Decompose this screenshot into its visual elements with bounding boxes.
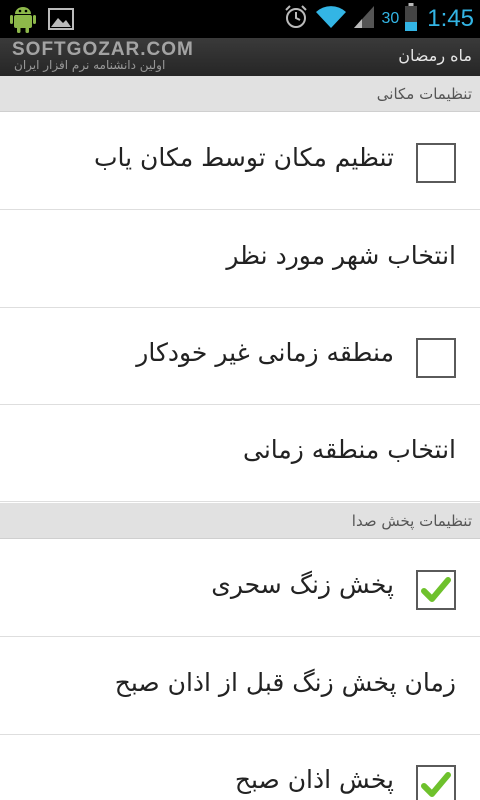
signal-icon [353,4,375,34]
checkmark-icon [421,577,451,602]
app-title: ماه رمضان [398,46,472,65]
section-header-audio: تنظیمات پخش صدا [0,503,480,539]
status-bar-system: 30 1:45 [283,3,474,35]
checkbox-suhoor-alarm[interactable] [416,570,456,610]
status-bar: 30 1:45 [0,0,480,38]
status-bar-notifications [10,4,74,38]
pref-label: پخش زنگ سحری [211,570,394,599]
android-icon [10,4,36,38]
pref-fajr-adhan[interactable]: پخش اذان صبح [0,735,480,800]
image-icon [48,8,74,34]
section-title: تنظیمات مکانی [376,85,472,103]
battery-icon [405,3,418,35]
alarm-icon [283,4,309,34]
pref-label: زمان پخش زنگ قبل از اذان صبح [114,668,456,697]
clock: 1:45 [427,5,474,32]
pref-select-city[interactable]: انتخاب شهر مورد نظر [0,211,480,308]
checkbox-auto-location[interactable] [416,143,456,183]
pref-manual-timezone[interactable]: منطقه زمانی غیر خودکار [0,308,480,405]
pref-alarm-time-before-fajr[interactable]: زمان پخش زنگ قبل از اذان صبح [0,638,480,735]
action-bar: SOFTGOZAR.COM اولین دانشنامه نرم افزار ا… [0,38,480,76]
watermark-subtitle: اولین دانشنامه نرم افزار ایران [14,58,166,72]
pref-label: پخش اذان صبح [234,765,394,794]
pref-label: انتخاب منطقه زمانی [242,435,456,464]
battery-level: 30 [381,10,400,27]
pref-select-timezone[interactable]: انتخاب منطقه زمانی [0,405,480,502]
checkbox-manual-timezone[interactable] [416,338,456,378]
pref-label: انتخاب شهر مورد نظر [226,241,456,270]
checkmark-icon [421,772,451,797]
wifi-icon [315,4,347,34]
pref-suhoor-alarm[interactable]: پخش زنگ سحری [0,540,480,637]
pref-label: تنظیم مکان توسط مکان یاب [94,143,394,172]
section-title: تنظیمات پخش صدا [351,512,472,530]
pref-label: منطقه زمانی غیر خودکار [136,338,394,367]
section-header-location: تنظیمات مکانی [0,76,480,112]
checkbox-fajr-adhan[interactable] [416,765,456,800]
pref-auto-location[interactable]: تنظیم مکان توسط مکان یاب [0,113,480,210]
